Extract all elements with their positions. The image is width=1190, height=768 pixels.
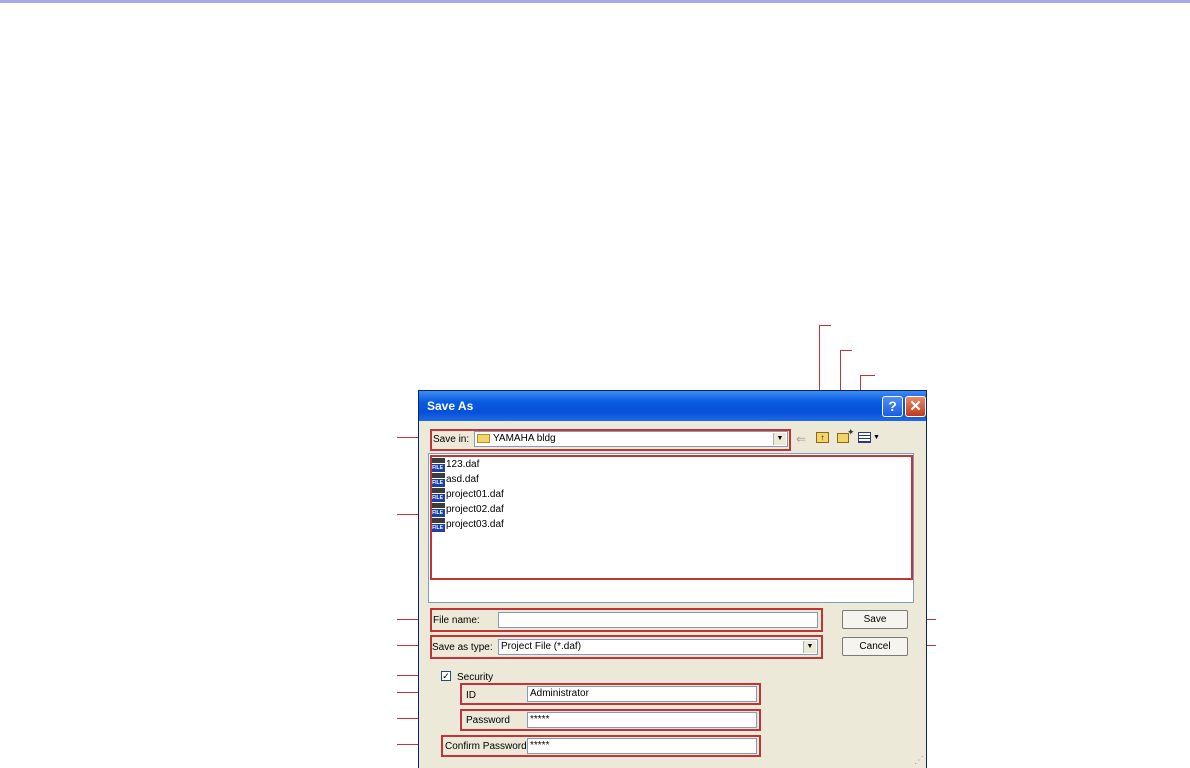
save-in-value: YAMAHA bldg bbox=[493, 433, 556, 444]
file-icon: FILE bbox=[430, 503, 445, 517]
file-icon: FILE bbox=[430, 488, 445, 502]
save-type-value: Project File (*.daf) bbox=[501, 641, 582, 652]
file-name: project03.daf bbox=[446, 519, 504, 530]
save-in-label: Save in: bbox=[433, 434, 470, 445]
file-name-label: File name: bbox=[433, 615, 480, 626]
view-menu-dropdown-icon[interactable]: ▼ bbox=[873, 434, 880, 441]
resize-grip-icon[interactable]: ⋰ bbox=[914, 756, 924, 766]
list-item[interactable]: FILE project02.daf bbox=[430, 503, 504, 518]
file-icon: FILE bbox=[430, 518, 445, 532]
list-item[interactable]: FILE project01.daf bbox=[430, 488, 504, 503]
list-item[interactable]: FILE asd.daf bbox=[430, 473, 479, 488]
title-bar[interactable]: Save As ? ✕ bbox=[419, 391, 926, 421]
cancel-button[interactable]: Cancel bbox=[842, 637, 908, 656]
confirm-password-field[interactable]: ***** bbox=[527, 738, 757, 754]
file-name: project02.daf bbox=[446, 504, 504, 515]
save-as-dialog: Save As ? ✕ Save in: YAMAHA bldg ▼ ⇐ ↑ ✦… bbox=[418, 390, 927, 768]
up-folder-icon[interactable]: ↑ bbox=[816, 432, 829, 443]
file-name-input[interactable] bbox=[498, 612, 818, 628]
chevron-down-icon[interactable]: ▼ bbox=[773, 433, 786, 445]
close-button[interactable]: ✕ bbox=[905, 396, 926, 417]
save-in-combo[interactable]: YAMAHA bldg ▼ bbox=[474, 431, 788, 447]
file-icon: FILE bbox=[430, 473, 445, 487]
top-border-line bbox=[0, 0, 1190, 3]
folder-icon bbox=[477, 433, 490, 443]
view-menu-icon[interactable] bbox=[858, 432, 871, 443]
file-name: asd.daf bbox=[446, 474, 479, 485]
id-label: ID bbox=[466, 690, 476, 701]
security-label: Security bbox=[457, 672, 494, 683]
password-field[interactable]: ***** bbox=[527, 712, 757, 728]
save-button[interactable]: Save bbox=[842, 610, 908, 629]
back-arrow-icon[interactable]: ⇐ bbox=[796, 432, 806, 446]
new-folder-sparkle-icon: ✦ bbox=[847, 427, 855, 437]
file-name: 123.daf bbox=[446, 459, 480, 470]
file-icon: FILE bbox=[430, 458, 445, 472]
id-field[interactable]: Administrator bbox=[527, 686, 757, 702]
chevron-down-icon[interactable]: ▼ bbox=[803, 641, 816, 653]
password-label: Password bbox=[466, 715, 510, 726]
save-type-label: Save as type: bbox=[432, 642, 493, 653]
help-button[interactable]: ? bbox=[882, 396, 903, 417]
list-item[interactable]: FILE 123.daf bbox=[430, 458, 479, 473]
list-item[interactable]: FILE project03.daf bbox=[430, 518, 504, 533]
save-type-select[interactable]: Project File (*.daf) ▼ bbox=[498, 639, 818, 655]
file-name: project01.daf bbox=[446, 489, 504, 500]
file-list[interactable]: FILE 123.daf FILE asd.daf FILE project01.da… bbox=[428, 453, 914, 603]
security-checkbox[interactable]: ✓ bbox=[441, 671, 451, 681]
confirm-password-label: Confirm Password bbox=[445, 741, 527, 752]
dialog-title: Save As bbox=[427, 399, 474, 413]
